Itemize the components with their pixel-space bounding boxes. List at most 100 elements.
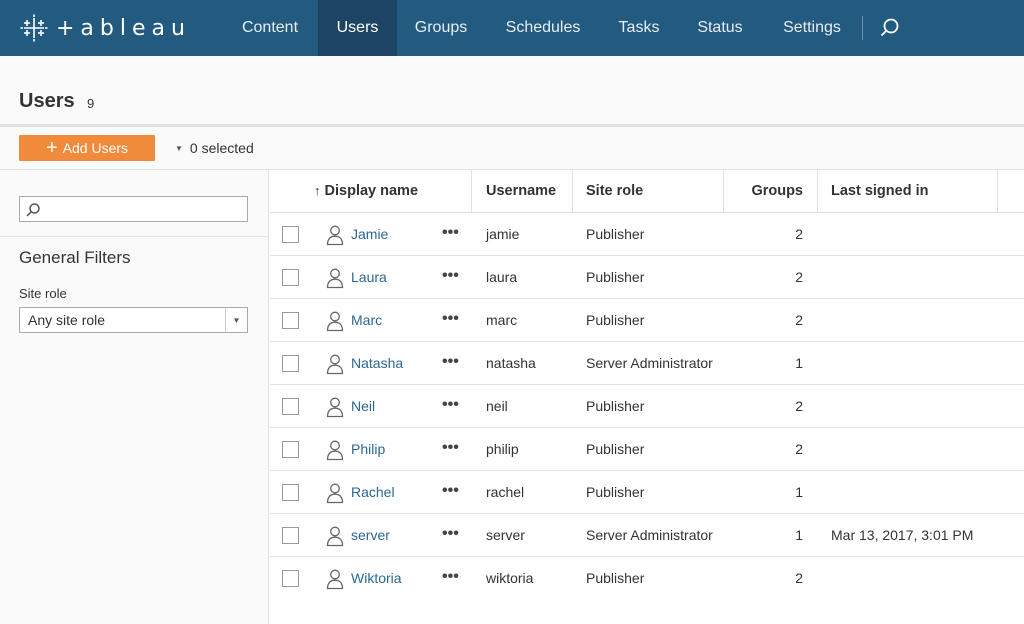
- row-checkbox[interactable]: [282, 226, 299, 243]
- nav-groups[interactable]: Groups: [401, 0, 481, 56]
- search-icon[interactable]: [878, 16, 902, 40]
- nav-users[interactable]: Users: [318, 0, 397, 56]
- more-actions-icon[interactable]: •••: [442, 256, 459, 298]
- nav-content[interactable]: Content: [226, 0, 314, 56]
- row-checkbox[interactable]: [282, 441, 299, 458]
- column-separator: [723, 170, 724, 212]
- plus-icon: +: [45, 137, 58, 159]
- username-cell: natasha: [486, 355, 536, 371]
- groups-cell: 1: [795, 484, 803, 500]
- site-role-cell: Publisher: [586, 398, 645, 414]
- username-cell: marc: [486, 312, 518, 328]
- display-name-link[interactable]: Rachel: [351, 484, 395, 500]
- search-input[interactable]: [44, 200, 240, 218]
- groups-cell: 2: [795, 226, 803, 242]
- more-actions-icon[interactable]: •••: [442, 471, 459, 513]
- username-cell: neil: [486, 398, 508, 414]
- more-actions-icon[interactable]: •••: [442, 342, 459, 384]
- nav-tasks[interactable]: Tasks: [607, 0, 671, 56]
- user-count: 9: [87, 96, 95, 111]
- more-actions-icon[interactable]: •••: [442, 557, 459, 599]
- column-separator: [471, 170, 472, 212]
- row-checkbox[interactable]: [282, 570, 299, 587]
- table-row[interactable]: Neil ••• neil Publisher 2: [270, 385, 1024, 428]
- row-checkbox[interactable]: [282, 312, 299, 329]
- column-display-name[interactable]: ↑ Display name: [314, 170, 418, 212]
- sort-ascending-icon: ↑: [314, 183, 321, 198]
- user-icon: [326, 224, 344, 249]
- more-actions-icon[interactable]: •••: [442, 213, 459, 255]
- sidebar-divider: [0, 236, 268, 237]
- user-icon: [326, 267, 344, 292]
- groups-cell: 1: [795, 355, 803, 371]
- row-checkbox[interactable]: [282, 527, 299, 544]
- column-site-role[interactable]: Site role: [586, 170, 643, 212]
- display-name-link[interactable]: Neil: [351, 398, 375, 414]
- groups-cell: 2: [795, 312, 803, 328]
- nav-schedules[interactable]: Schedules: [495, 0, 591, 56]
- site-role-cell: Publisher: [586, 441, 645, 457]
- display-name-link[interactable]: Jamie: [351, 226, 388, 242]
- user-icon: [326, 396, 344, 421]
- column-separator: [817, 170, 818, 212]
- chevron-down-icon: ▼: [225, 308, 247, 332]
- row-checkbox[interactable]: [282, 484, 299, 501]
- more-actions-icon[interactable]: •••: [442, 428, 459, 470]
- column-separator: [997, 170, 998, 212]
- display-name-link[interactable]: Marc: [351, 312, 382, 328]
- groups-cell: 2: [795, 441, 803, 457]
- page-header: [0, 56, 1024, 126]
- more-actions-icon[interactable]: •••: [442, 385, 459, 427]
- column-groups[interactable]: Groups: [730, 170, 803, 212]
- more-actions-icon[interactable]: •••: [442, 514, 459, 556]
- nav-status[interactable]: Status: [686, 0, 754, 56]
- site-role-cell: Publisher: [586, 312, 645, 328]
- display-name-link[interactable]: Natasha: [351, 355, 403, 371]
- tableau-logo[interactable]: +ableau: [20, 12, 191, 44]
- column-last-signed-in[interactable]: Last signed in: [831, 170, 929, 212]
- table-row[interactable]: Marc ••• marc Publisher 2: [270, 299, 1024, 342]
- row-checkbox[interactable]: [282, 355, 299, 372]
- site-role-cell: Server Administrator: [586, 527, 713, 543]
- more-actions-icon[interactable]: •••: [442, 299, 459, 341]
- site-role-label: Site role: [19, 286, 67, 301]
- site-role-cell: Publisher: [586, 570, 645, 586]
- selection-dropdown[interactable]: ▼ 0 selected: [175, 140, 254, 156]
- row-checkbox[interactable]: [282, 398, 299, 415]
- table-row[interactable]: Jamie ••• jamie Publisher 2: [270, 213, 1024, 256]
- site-role-cell: Publisher: [586, 269, 645, 285]
- table-row[interactable]: server ••• server Server Administrator 1 Mar …: [270, 514, 1024, 557]
- selected-count: 0 selected: [189, 140, 254, 156]
- nav-settings[interactable]: Settings: [768, 0, 856, 56]
- username-cell: server: [486, 527, 525, 543]
- last-signed-in-cell: Mar 13, 2017, 3:01 PM: [831, 527, 974, 543]
- nav-divider: [862, 16, 863, 40]
- table-row[interactable]: Philip ••• philip Publisher 2: [270, 428, 1024, 471]
- display-name-link[interactable]: Wiktoria: [351, 570, 402, 586]
- column-username[interactable]: Username: [486, 170, 556, 212]
- display-name-link[interactable]: Laura: [351, 269, 387, 285]
- display-name-link[interactable]: Philip: [351, 441, 385, 457]
- site-role-cell: Publisher: [586, 484, 645, 500]
- top-nav: +ableau Content Users Groups Schedules T…: [0, 0, 1024, 56]
- table-row[interactable]: Rachel ••• rachel Publisher 1: [270, 471, 1024, 514]
- user-icon: [326, 353, 344, 378]
- column-separator: [572, 170, 573, 212]
- tableau-logo-icon: [20, 14, 48, 42]
- user-icon: [326, 439, 344, 464]
- site-role-select[interactable]: Any site role ▼: [19, 307, 248, 333]
- row-checkbox[interactable]: [282, 269, 299, 286]
- add-users-button[interactable]: + Add Users: [19, 135, 155, 161]
- username-cell: philip: [486, 441, 519, 457]
- display-name-link[interactable]: server: [351, 527, 390, 543]
- table-row[interactable]: Laura ••• laura Publisher 2: [270, 256, 1024, 299]
- search-field[interactable]: [19, 196, 248, 222]
- groups-cell: 2: [795, 269, 803, 285]
- groups-cell: 2: [795, 398, 803, 414]
- caret-down-icon: ▼: [175, 143, 183, 153]
- table-row[interactable]: Wiktoria ••• wiktoria Publisher 2: [270, 557, 1024, 600]
- user-icon: [326, 310, 344, 335]
- groups-cell: 1: [795, 527, 803, 543]
- table-row[interactable]: Natasha ••• natasha Server Administrator 1: [270, 342, 1024, 385]
- logo-text: +ableau: [56, 15, 191, 41]
